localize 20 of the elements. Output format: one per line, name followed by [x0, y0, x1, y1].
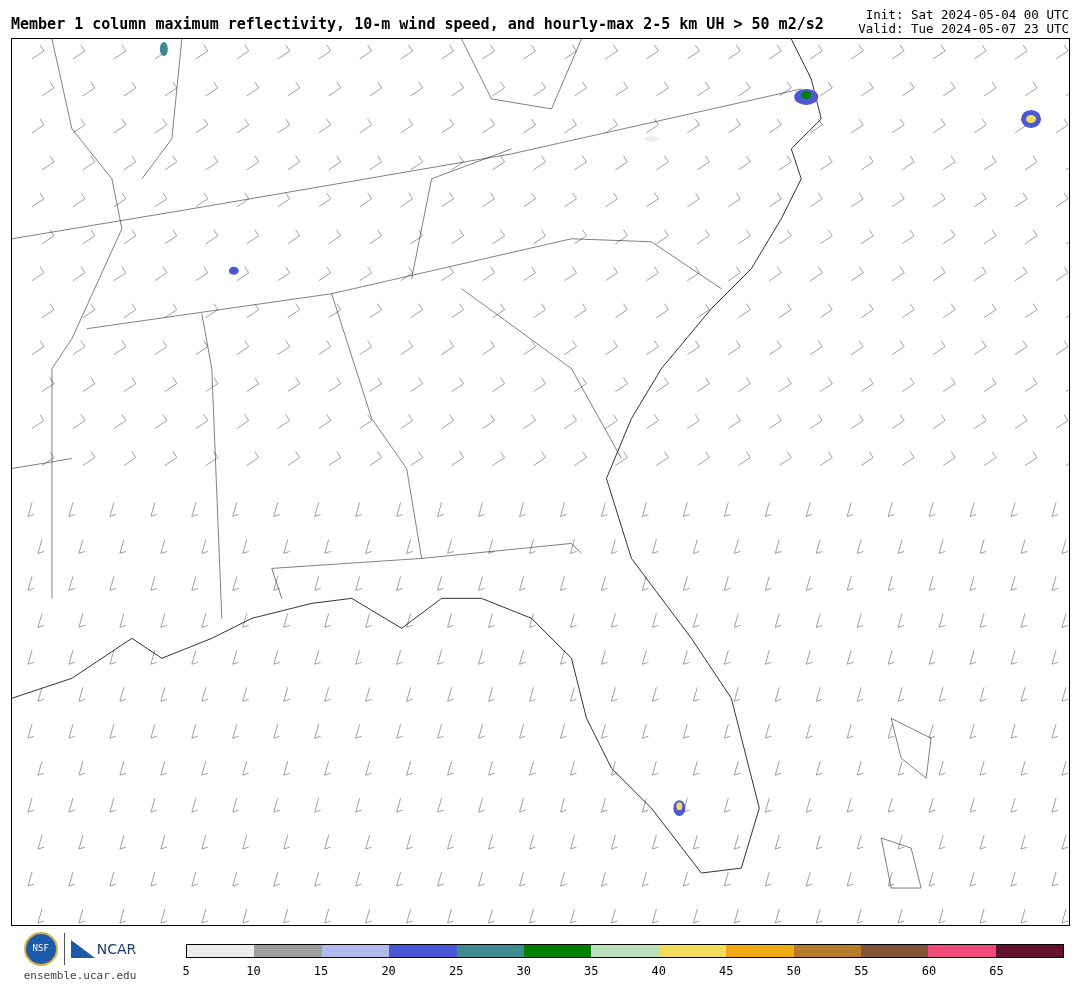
colorbar-tick-label: 65	[989, 963, 1004, 980]
colorbar-tick-label: 30	[516, 963, 531, 980]
colorbar-tick-label: 10	[246, 963, 261, 980]
colorbar-tick-label: 5	[182, 963, 190, 980]
chart-title: Member 1 column maximum reflectivity, 10-m wind speed, and hourly-max 2-5 km UH > 50 m2/s2	[11, 14, 824, 35]
colorbar-tick-label: 20	[381, 963, 396, 980]
ncar-mark-icon	[70, 940, 95, 958]
ncar-logo: NCAR	[70, 938, 137, 960]
colorbar-tick-label: 60	[921, 963, 937, 980]
colorbar-tick-label: 35	[584, 963, 599, 980]
site-url: ensemble.ucar.edu	[23, 968, 137, 984]
nsf-logo: NSF	[23, 932, 58, 966]
colorbar-tick-label: 15	[313, 963, 329, 980]
colorbar-tick-label: 45	[719, 963, 734, 980]
valid-time: Valid: Tue 2024-05-07 23 UTC	[858, 22, 1069, 36]
colorbar-tick-label: 55	[854, 963, 869, 980]
colorbar-tick-label: 40	[651, 963, 666, 980]
init-time: Init: Sat 2024-05-04 00 UTC	[865, 8, 1069, 22]
colorbar-tick-label: 25	[448, 963, 464, 980]
colorbar-tick-label: 50	[786, 963, 802, 980]
